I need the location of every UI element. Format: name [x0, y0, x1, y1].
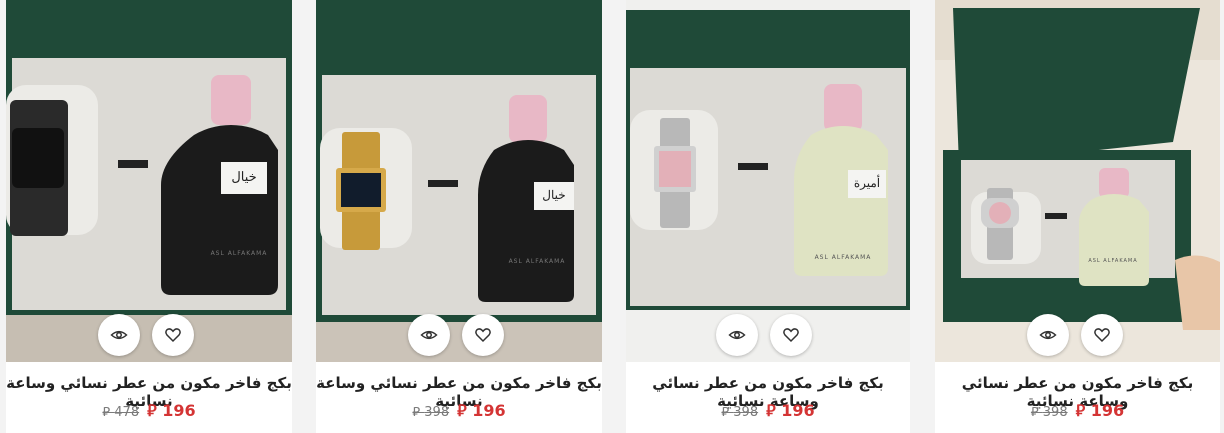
price-row: 196 ⃁ 398 ⃁	[935, 401, 1220, 421]
original-price: 398 ⃁	[1030, 404, 1068, 420]
price-row: 196 ⃁ 398 ⃁	[626, 401, 910, 421]
wishlist-button[interactable]	[462, 314, 504, 356]
sale-price: 196 ⃁	[457, 401, 506, 420]
bottle-brand: ASL ALFAKAMA	[814, 254, 872, 261]
eye-icon	[110, 330, 128, 340]
product-image[interactable]: خيال ASL ALFAKAMA	[316, 0, 602, 362]
product-card[interactable]: أميرة ASL ALFAKAMA بكج فاخر مكون من عطر …	[626, 0, 910, 433]
product-photo	[935, 0, 1220, 362]
heart-icon	[783, 328, 799, 343]
wishlist-button[interactable]	[1081, 314, 1123, 356]
quick-view-button[interactable]	[98, 314, 140, 356]
quick-view-button[interactable]	[1027, 314, 1069, 356]
price-row: 196 ⃁ 478 ⃁	[6, 401, 292, 421]
wishlist-button[interactable]	[152, 314, 194, 356]
quick-view-button[interactable]	[408, 314, 450, 356]
bottle-label: خيال	[231, 170, 257, 185]
product-image[interactable]: خيال ASL ALFAKAMA	[6, 0, 292, 362]
bottle-brand: ASL ALFAKAMA	[210, 250, 268, 257]
sale-price: 196 ⃁	[766, 401, 815, 420]
product-image[interactable]: أميرة ASL ALFAKAMA	[626, 0, 910, 362]
product-image[interactable]: ASL ALFAKAMA	[935, 0, 1220, 362]
bottle-label: خيال	[542, 188, 566, 202]
heart-icon	[475, 328, 491, 343]
product-grid: خيال ASL ALFAKAMA بكج فاخر مكون من عطر ن…	[0, 0, 1224, 433]
sale-price: 196 ⃁	[1075, 401, 1125, 420]
eye-icon	[728, 330, 746, 340]
heart-icon	[165, 328, 181, 343]
original-price: 478 ⃁	[102, 404, 140, 420]
product-card[interactable]: ASL ALFAKAMA بكج فاخر مكون من عطر نسائي …	[935, 0, 1220, 433]
eye-icon	[420, 330, 438, 340]
bottle-label: أميرة	[853, 176, 881, 190]
sale-price: 196 ⃁	[147, 401, 196, 420]
heart-icon	[1094, 328, 1110, 343]
product-photo	[316, 0, 602, 362]
quick-view-button[interactable]	[716, 314, 758, 356]
price-row: 196 ⃁ 398 ⃁	[316, 401, 602, 421]
original-price: 398 ⃁	[721, 404, 759, 420]
product-card[interactable]: خيال ASL ALFAKAMA بكج فاخر مكون من عطر ن…	[316, 0, 602, 433]
product-card[interactable]: خيال ASL ALFAKAMA بكج فاخر مكون من عطر ن…	[6, 0, 292, 433]
wishlist-button[interactable]	[770, 314, 812, 356]
original-price: 398 ⃁	[412, 404, 450, 420]
bottle-brand: ASL ALFAKAMA	[1088, 258, 1138, 264]
bottle-brand: ASL ALFAKAMA	[508, 258, 566, 265]
eye-icon	[1039, 330, 1057, 340]
